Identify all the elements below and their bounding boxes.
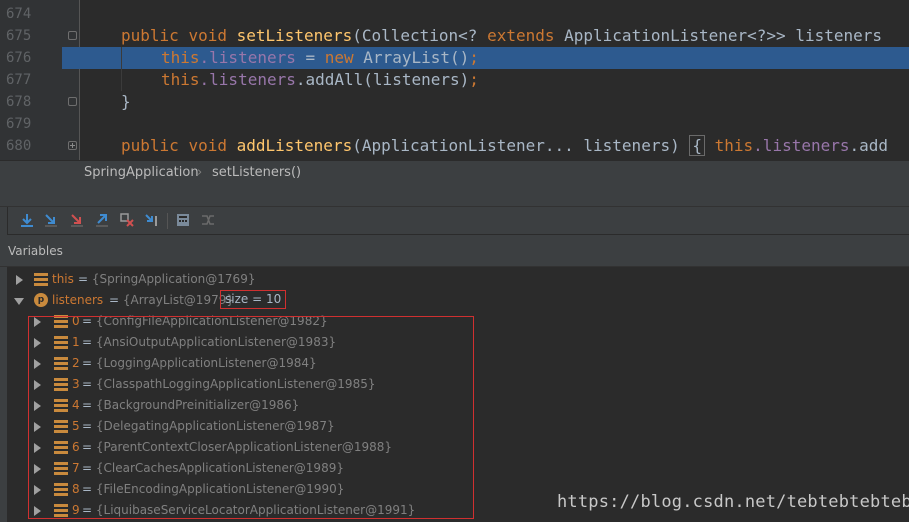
step-into-icon[interactable] xyxy=(43,212,59,228)
expand-arrow-icon[interactable] xyxy=(34,401,41,411)
variables-title: Variables xyxy=(8,244,63,258)
breadcrumb-class[interactable]: SpringApplication xyxy=(84,161,199,184)
variable-name: this xyxy=(52,272,74,286)
expand-arrow-icon[interactable] xyxy=(34,359,41,369)
code-editor[interactable]: 674 675 public void setListeners(Collect… xyxy=(0,0,909,160)
code-line-676-current[interactable]: 676 this.listeners = new ArrayList(); xyxy=(0,47,909,69)
line-number: 680 xyxy=(6,138,32,154)
variables-panel-header: Variables xyxy=(0,235,909,267)
drop-frame-icon[interactable] xyxy=(119,212,135,228)
chevron-right-icon: › xyxy=(197,165,203,180)
field-icon xyxy=(54,420,68,433)
expand-arrow-icon[interactable] xyxy=(34,464,41,474)
line-number: 679 xyxy=(6,116,32,132)
trace-icon[interactable] xyxy=(200,212,216,228)
line-number: 676 xyxy=(0,47,62,69)
field-icon xyxy=(54,378,68,391)
field-icon xyxy=(34,273,48,286)
code-line-679[interactable]: 679 xyxy=(0,113,909,135)
expand-arrow-icon[interactable] xyxy=(34,380,41,390)
code-text: public void setListeners(Collection<? ex… xyxy=(121,26,883,45)
line-number: 675 xyxy=(6,28,32,44)
watermark: https://blog.csdn.net/tebtebtebteb xyxy=(557,492,909,512)
fold-marker-icon[interactable] xyxy=(68,31,77,40)
code-line-675[interactable]: 675 public void setListeners(Collection<… xyxy=(0,25,909,47)
field-icon xyxy=(54,504,68,517)
field-icon xyxy=(54,462,68,475)
expand-arrow-icon[interactable] xyxy=(34,338,41,348)
field-icon xyxy=(54,357,68,370)
code-line-674[interactable]: 674 xyxy=(0,3,909,25)
evaluate-icon[interactable] xyxy=(175,212,191,228)
expand-fold-icon[interactable] xyxy=(68,141,77,150)
indent-guide xyxy=(121,47,122,69)
force-step-into-icon[interactable] xyxy=(69,212,85,228)
step-over-icon[interactable] xyxy=(19,212,35,228)
expand-arrow-icon[interactable] xyxy=(16,275,23,285)
variable-value: = {ArrayList@1979} xyxy=(109,293,234,307)
debug-tool-window-header xyxy=(0,184,909,207)
line-number: 677 xyxy=(6,72,32,88)
code-line-680[interactable]: 680 public void addListeners(Application… xyxy=(0,135,909,157)
run-to-cursor-icon[interactable] xyxy=(144,212,160,228)
expand-arrow-icon[interactable] xyxy=(34,422,41,432)
parameter-icon: p xyxy=(34,293,48,307)
code-text: public void addListeners(ApplicationList… xyxy=(121,135,889,156)
toolbar-separator xyxy=(167,213,168,229)
code-line-677[interactable]: 677 this.listeners.addAll(listeners); xyxy=(0,69,909,91)
collapse-arrow-icon[interactable] xyxy=(14,298,24,305)
variables-tree[interactable]: this = {SpringApplication@1769} p listen… xyxy=(8,267,909,522)
field-icon xyxy=(54,483,68,496)
expand-arrow-icon[interactable] xyxy=(34,317,41,327)
step-out-icon[interactable] xyxy=(94,212,110,228)
field-icon xyxy=(54,336,68,349)
expand-arrow-icon[interactable] xyxy=(34,485,41,495)
code-line-678[interactable]: 678 } xyxy=(0,91,909,113)
field-icon xyxy=(54,399,68,412)
breadcrumb: SpringApplication › setListeners() xyxy=(0,160,909,184)
code-text: this.listeners = new ArrayList(); xyxy=(161,48,479,67)
breadcrumb-method[interactable]: setListeners() xyxy=(212,161,301,184)
expand-arrow-icon[interactable] xyxy=(34,506,41,516)
variable-name: listeners xyxy=(52,293,104,307)
field-icon xyxy=(54,315,68,328)
size-annotation: size = 10 xyxy=(220,290,287,309)
line-number: 674 xyxy=(6,6,32,22)
variable-value: = {SpringApplication@1769} xyxy=(78,272,256,286)
line-number: 678 xyxy=(6,94,32,110)
code-text: } xyxy=(121,92,131,111)
code-text: this.listeners.addAll(listeners); xyxy=(161,70,479,89)
field-icon xyxy=(54,441,68,454)
fold-marker-icon[interactable] xyxy=(68,97,77,106)
expand-arrow-icon[interactable] xyxy=(34,443,41,453)
debug-toolbar xyxy=(0,207,909,235)
indent-guide xyxy=(121,69,122,91)
